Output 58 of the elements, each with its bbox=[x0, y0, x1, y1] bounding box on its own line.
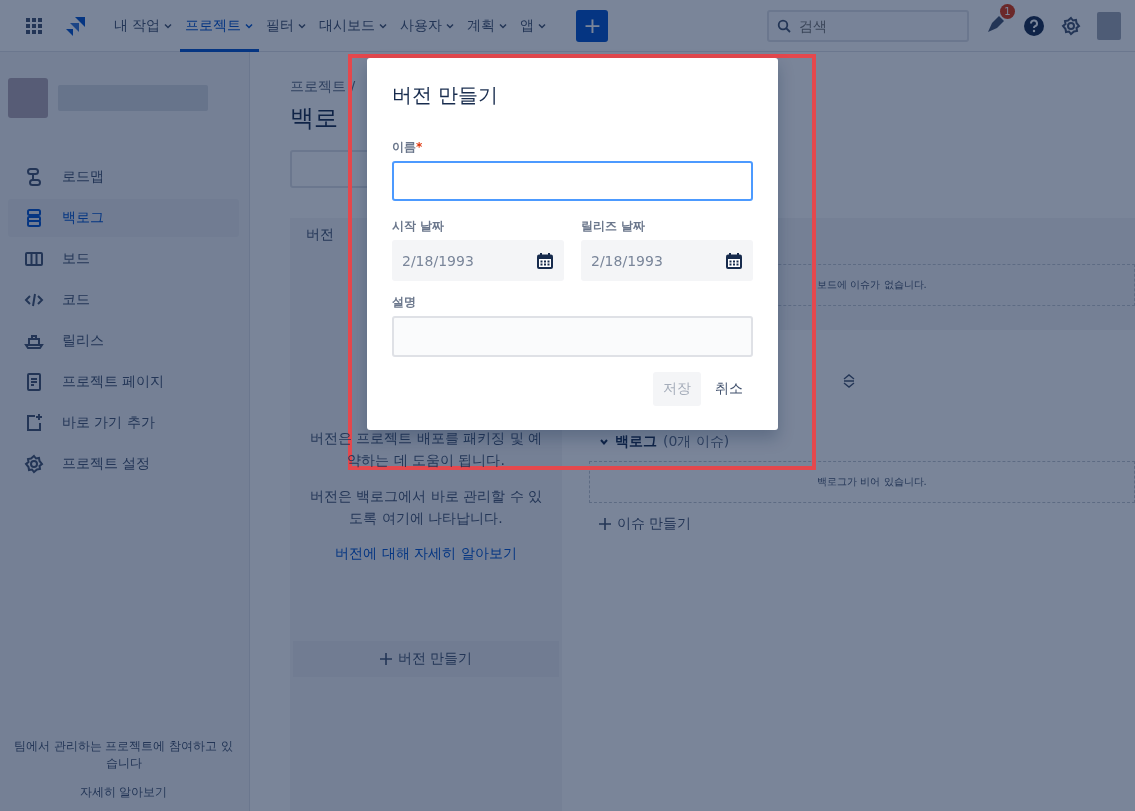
name-input[interactable] bbox=[392, 161, 753, 201]
sidebar-item[interactable]: 프로젝트 페이지 bbox=[8, 363, 239, 401]
project-avatar bbox=[8, 78, 48, 118]
nav-menu[interactable]: 필터 bbox=[261, 0, 313, 52]
search-field[interactable]: 검색 bbox=[767, 9, 969, 42]
plus-icon bbox=[379, 653, 392, 665]
sort-icon[interactable] bbox=[842, 373, 856, 389]
panel-title: 버전 bbox=[306, 226, 334, 244]
description-field[interactable] bbox=[392, 316, 753, 357]
cancel-button[interactable]: 취소 bbox=[705, 372, 753, 406]
nav-menu[interactable]: 계획 bbox=[462, 0, 514, 52]
create-issue-button[interactable]: 이슈 만들기 bbox=[599, 515, 1135, 533]
chevron-down-icon[interactable] bbox=[599, 437, 609, 447]
empty-backlog-message: 백로그가 비어 있습니다. bbox=[589, 461, 1135, 503]
notification-badge: 1 bbox=[1000, 4, 1015, 19]
document-icon bbox=[24, 372, 44, 392]
sidebar-item[interactable]: 코드 bbox=[8, 281, 239, 319]
sidebar-item[interactable]: 보드 bbox=[8, 240, 239, 278]
calendar-icon[interactable] bbox=[536, 251, 554, 270]
versions-learn-more-link[interactable]: 버전에 대해 자세히 알아보기 bbox=[335, 545, 517, 563]
plus-icon bbox=[599, 518, 611, 530]
add-shortcut-icon bbox=[24, 413, 44, 433]
field-label: 이름* bbox=[392, 139, 424, 156]
logo-icon[interactable] bbox=[65, 14, 87, 37]
notification-icon[interactable] bbox=[985, 13, 1007, 35]
settings-icon bbox=[24, 454, 44, 474]
page-title: 백로 bbox=[290, 103, 339, 134]
sidebar-item[interactable]: 릴리스 bbox=[8, 322, 239, 360]
app-switcher-icon[interactable] bbox=[25, 16, 43, 35]
issue-count: (0개 이슈) bbox=[663, 433, 730, 451]
sidebar-footer-text: 팀에서 관리하는 프로젝트에 참여하고 있습니다 bbox=[12, 738, 235, 772]
nav-menu[interactable]: 대시보드 bbox=[314, 0, 394, 52]
roadmap-icon bbox=[24, 167, 44, 187]
date-field[interactable]: 2/18/1993 bbox=[392, 240, 564, 281]
date-field[interactable]: 2/18/1993 bbox=[581, 240, 753, 281]
backlog-title: 백로그 bbox=[615, 433, 657, 451]
create-version-button[interactable]: 버전 만들기 bbox=[293, 641, 559, 677]
avatar[interactable] bbox=[1097, 11, 1121, 40]
field-label: 릴리즈 날짜 bbox=[581, 218, 647, 235]
sidebar-item[interactable]: 바로 가기 추가 bbox=[8, 404, 239, 442]
field-label: 시작 날짜 bbox=[392, 218, 446, 235]
board-icon bbox=[24, 249, 44, 269]
field-label: 설명 bbox=[392, 294, 417, 311]
help-icon[interactable] bbox=[1023, 14, 1045, 37]
dialog-title: 버전 만들기 bbox=[392, 82, 500, 109]
search-icon bbox=[777, 18, 791, 33]
nav-menu[interactable]: 사용자 bbox=[395, 0, 461, 52]
calendar-icon[interactable] bbox=[725, 251, 743, 270]
versions-description: 버전은 백로그에서 바로 관리할 수 있도록 여기에 나타납니다. bbox=[308, 487, 544, 528]
create-button[interactable]: + bbox=[576, 9, 609, 42]
sidebar-item[interactable]: 로드맵 bbox=[8, 158, 239, 196]
sidebar-item[interactable]: 백로그 bbox=[8, 199, 239, 237]
backlog-icon bbox=[24, 208, 44, 228]
nav-menu[interactable]: 내 작업 bbox=[109, 0, 179, 52]
settings-icon bbox=[1061, 15, 1081, 36]
nav-menu[interactable]: 앱 bbox=[515, 0, 553, 52]
sidebar-item[interactable]: 프로젝트 설정 bbox=[8, 445, 239, 483]
learn-more-link[interactable]: 자세히 알아보기 bbox=[79, 784, 168, 801]
